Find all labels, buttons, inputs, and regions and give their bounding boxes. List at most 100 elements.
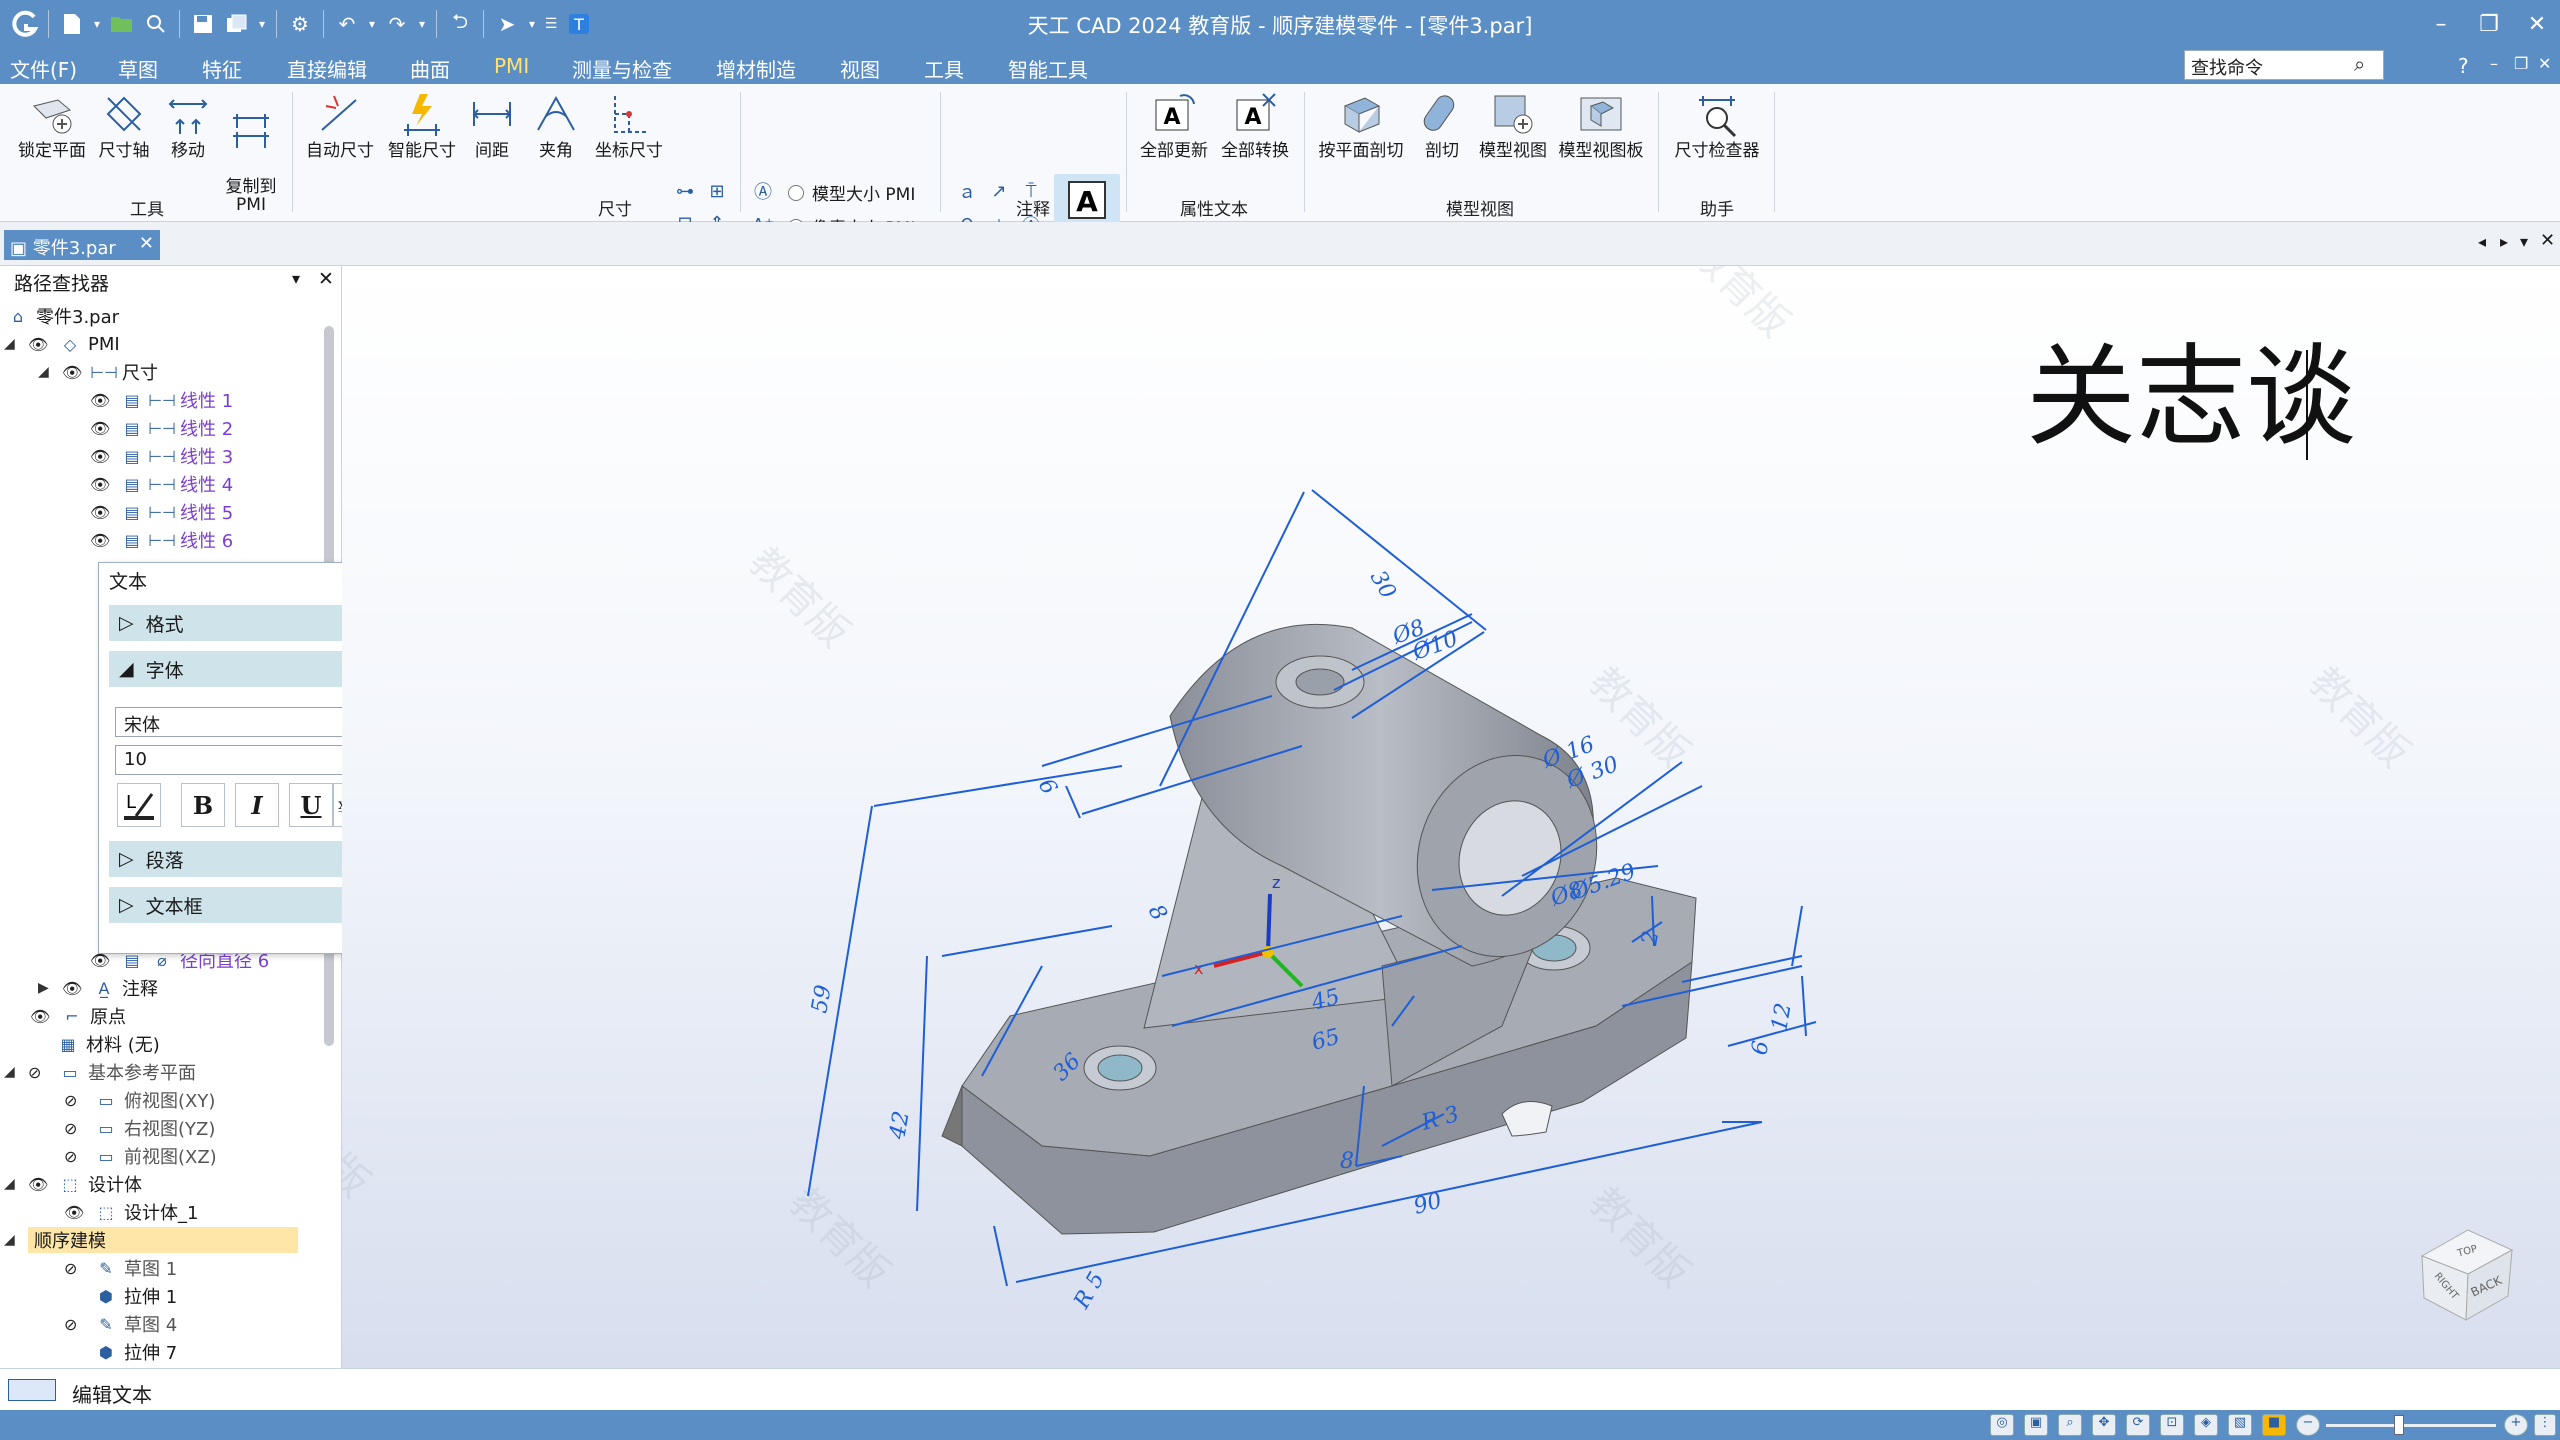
view-orient-icon[interactable]: ⊡ xyxy=(2160,1414,2184,1436)
visibility-eye-icon[interactable]: 👁 xyxy=(28,335,52,354)
tree-base-planes[interactable]: ◢ ⊘ ▭ 基本参考平面 xyxy=(4,1058,196,1086)
status-menu-icon[interactable]: ⋮ xyxy=(2534,1414,2556,1436)
italic-button[interactable]: I xyxy=(235,783,279,827)
tree-linear-1[interactable]: 👁 ▤ ⊢⊣ 线性 1 xyxy=(90,386,233,414)
hidden-eye-icon[interactable]: ⊘ xyxy=(64,1119,88,1138)
zoom-out-icon[interactable]: − xyxy=(2296,1414,2320,1436)
smart-dimension-button[interactable]: 智能尺寸 xyxy=(384,90,460,160)
fit-view-icon[interactable]: ▣ xyxy=(2024,1414,2048,1436)
tab-scroll-right-icon[interactable]: ▸ xyxy=(2500,232,2508,251)
visibility-eye-icon[interactable]: 👁 xyxy=(30,1007,54,1026)
text-color-button[interactable]: L xyxy=(117,783,161,827)
collapse-icon[interactable]: ◢ xyxy=(4,1064,22,1080)
tree-extrude-7[interactable]: ⬢ 拉伸 7 xyxy=(64,1338,177,1366)
menu-file[interactable]: 文件(F) xyxy=(10,54,77,83)
tree-design-body[interactable]: ◢ 👁 ⬚ 设计体 xyxy=(4,1170,142,1198)
note-leader-icon[interactable]: ↗ xyxy=(986,178,1012,204)
search-icon[interactable]: ⌕ xyxy=(2354,52,2365,76)
menu-measure[interactable]: 测量与检查 xyxy=(572,54,672,83)
hidden-eye-icon[interactable]: ⊘ xyxy=(64,1259,88,1278)
pmi-text-size-icon[interactable]: Ⓐ xyxy=(750,178,776,204)
visibility-eye-icon[interactable]: 👁 xyxy=(90,419,114,438)
model-view-button[interactable]: 模型视图 xyxy=(1474,90,1552,160)
dimension-inspector-button[interactable]: 尺寸检查器 xyxy=(1668,90,1766,160)
visibility-eye-icon[interactable]: 👁 xyxy=(90,391,114,410)
lock-plane-button[interactable]: 锁定平面 xyxy=(14,90,90,160)
expand-icon[interactable]: ▶ xyxy=(38,980,56,996)
tree-plane-xy[interactable]: ⊘ ▭ 俯视图(XY) xyxy=(64,1086,215,1114)
pan-icon[interactable]: ✥ xyxy=(2092,1414,2116,1436)
render-style-icon[interactable]: ◈ xyxy=(2194,1414,2218,1436)
tree-linear-5[interactable]: 👁 ▤ ⊢⊣ 线性 5 xyxy=(90,498,233,526)
tree-origin[interactable]: 👁 ⌐ 原点 xyxy=(30,1002,126,1030)
help-icon[interactable]: ? xyxy=(2458,54,2469,78)
tree-notes[interactable]: ▶ 👁 A̲ 注释 xyxy=(38,974,158,1002)
color-icon[interactable]: ■ xyxy=(2262,1414,2286,1436)
move-button[interactable]: 移动 xyxy=(160,90,216,160)
tree-linear-6[interactable]: 👁 ▤ ⊢⊣ 线性 6 xyxy=(90,526,233,554)
underline-button[interactable]: U xyxy=(289,783,333,827)
menu-sketch[interactable]: 草图 xyxy=(118,54,158,83)
tree-linear-4[interactable]: 👁 ▤ ⊢⊣ 线性 4 xyxy=(90,470,233,498)
doc-minimize-icon[interactable]: – xyxy=(2490,54,2498,73)
section-button[interactable]: 剖切 xyxy=(1414,90,1470,160)
pin-dropdown-icon[interactable]: ▾ xyxy=(292,269,300,288)
hidden-eye-icon[interactable]: ⊘ xyxy=(64,1315,88,1334)
minimize-icon[interactable]: – xyxy=(2414,0,2468,48)
tree-design-body-1[interactable]: 👁 ⬚ 设计体_1 xyxy=(64,1198,198,1226)
close-tab-icon[interactable]: ✕ xyxy=(139,233,154,254)
visibility-eye-icon[interactable]: 👁 xyxy=(90,951,114,970)
zoom-slider-thumb[interactable] xyxy=(2394,1415,2404,1435)
hidden-eye-icon[interactable]: ⊘ xyxy=(28,1063,52,1082)
dimension-axis-button[interactable]: 尺寸轴 xyxy=(92,90,156,160)
ordinate-dimension-button[interactable]: 坐标尺寸 xyxy=(590,90,668,160)
collapse-icon[interactable]: ◢ xyxy=(4,1232,22,1248)
view-cube[interactable]: TOP RIGHT BACK xyxy=(2408,1216,2520,1328)
shading-icon[interactable]: ▧ xyxy=(2228,1414,2252,1436)
section-by-plane-button[interactable]: 按平面剖切 xyxy=(1312,90,1410,160)
dim-align-icon[interactable]: ⊞ xyxy=(704,178,730,204)
zoom-in-icon[interactable]: + xyxy=(2504,1414,2528,1436)
tree-plane-yz[interactable]: ⊘ ▭ 右视图(YZ) xyxy=(64,1114,215,1142)
tree-sequential-modeling[interactable]: ◢ 顺序建模 xyxy=(4,1226,304,1254)
menu-view[interactable]: 视图 xyxy=(840,54,880,83)
visibility-eye-icon[interactable]: 👁 xyxy=(90,531,114,550)
model-view-panel-button[interactable]: 模型视图板 xyxy=(1554,90,1648,160)
doc-restore-icon[interactable]: ❐ xyxy=(2514,54,2528,73)
close-pathfinder-icon[interactable]: ✕ xyxy=(318,268,334,290)
menu-smart-tools[interactable]: 智能工具 xyxy=(1008,54,1088,83)
auto-dimension-button[interactable]: 自动尺寸 xyxy=(300,90,380,160)
graphics-viewport[interactable]: 教育版 教育版 教育版 教育版 教育版 教育版 教育版 z x 30 Ø8 Ø1… xyxy=(342,266,2560,1368)
menu-tools[interactable]: 工具 xyxy=(924,54,964,83)
tree-root[interactable]: ⌂ 零件3.par xyxy=(6,302,119,330)
hidden-eye-icon[interactable]: ⊘ xyxy=(64,1147,88,1166)
tree-sketch-1[interactable]: ⊘ ✎ 草图 1 xyxy=(64,1254,177,1282)
bold-button[interactable]: B xyxy=(181,783,225,827)
rotate-icon[interactable]: ⟳ xyxy=(2126,1414,2150,1436)
spacing-button[interactable]: 间距 xyxy=(464,90,520,160)
document-tab[interactable]: ▣ 零件3.par ✕ xyxy=(4,230,160,260)
restore-icon[interactable]: ❐ xyxy=(2462,0,2516,48)
doc-close-icon[interactable]: ✕ xyxy=(2538,54,2551,73)
collapse-icon[interactable]: ◢ xyxy=(4,1176,22,1192)
menu-pmi[interactable]: PMI xyxy=(494,54,529,78)
tree-linear-3[interactable]: 👁 ▤ ⊢⊣ 线性 3 xyxy=(90,442,233,470)
visibility-eye-icon[interactable]: 👁 xyxy=(90,447,114,466)
menu-feature[interactable]: 特征 xyxy=(202,54,242,83)
visibility-eye-icon[interactable]: 👁 xyxy=(62,979,86,998)
update-all-button[interactable]: A 全部更新 xyxy=(1134,90,1214,160)
zoom-area-icon[interactable]: ◎ xyxy=(1990,1414,2014,1436)
menu-additive[interactable]: 增材制造 xyxy=(716,54,796,83)
model-size-pmi-radio[interactable]: 模型大小 PMI xyxy=(788,180,915,205)
close-window-icon[interactable]: ✕ xyxy=(2510,0,2560,48)
tab-list-icon[interactable]: ▾ xyxy=(2520,232,2528,251)
tree-linear-2[interactable]: 👁 ▤ ⊢⊣ 线性 2 xyxy=(90,414,233,442)
hidden-eye-icon[interactable]: ⊘ xyxy=(64,1091,88,1110)
prompt-bar-icon[interactable] xyxy=(8,1379,56,1401)
tree-material[interactable]: ▦ 材料 (无) xyxy=(56,1030,159,1058)
visibility-eye-icon[interactable]: 👁 xyxy=(90,475,114,494)
collapse-icon[interactable]: ◢ xyxy=(4,336,22,352)
tree-extrude-1[interactable]: ⬢ 拉伸 1 xyxy=(64,1282,177,1310)
zoom-slider-track[interactable] xyxy=(2326,1424,2496,1427)
angle-button[interactable]: 夹角 xyxy=(528,90,584,160)
